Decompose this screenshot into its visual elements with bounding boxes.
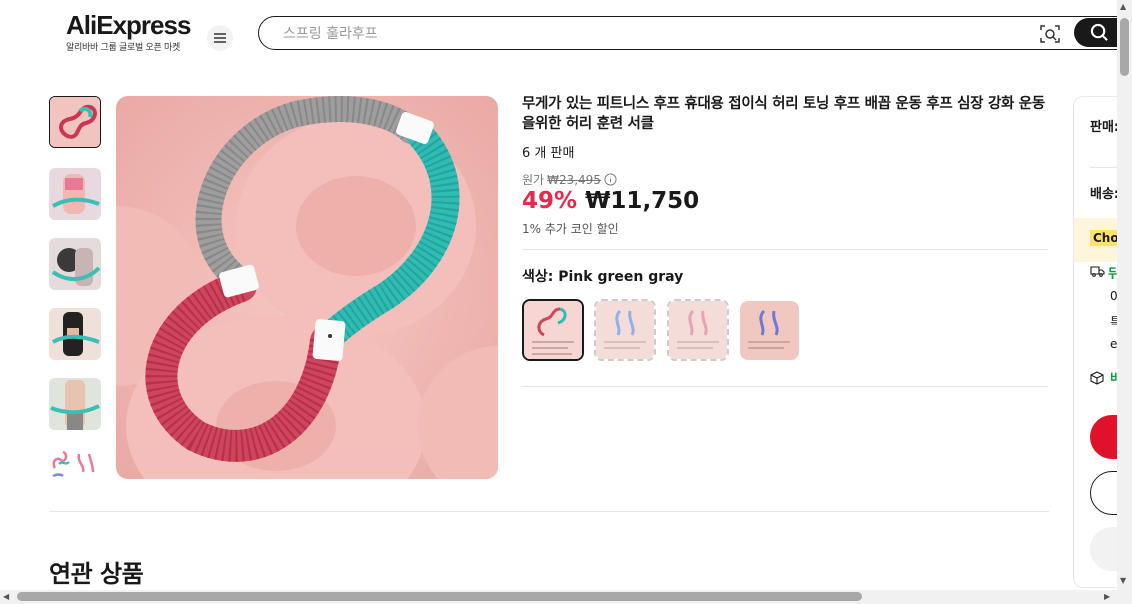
thumbnail[interactable] <box>49 378 101 430</box>
info-icon[interactable] <box>604 173 617 186</box>
aliexpress-logo[interactable]: AliExpress 알리바바 그룹 글로벌 오픈 마켓 <box>66 10 191 53</box>
package-icon <box>1090 371 1104 385</box>
logo-subtitle: 알리바바 그룹 글로벌 오픈 마켓 <box>66 43 180 53</box>
thumbnail[interactable] <box>49 448 101 478</box>
search-bar <box>258 16 1132 50</box>
sold-count: 6 개 판매 <box>522 146 575 161</box>
original-price-row: 원가 ₩23,495 <box>522 171 617 188</box>
scroll-left-arrow[interactable]: ◀ <box>3 592 9 601</box>
section-divider <box>49 511 1049 512</box>
vertical-scrollbar[interactable] <box>1117 0 1132 590</box>
vertical-scroll-thumb[interactable] <box>1120 18 1129 76</box>
coin-discount: 1% 추가 코인 할인 <box>522 222 619 236</box>
scroll-up-arrow[interactable]: ▲ <box>1120 2 1126 11</box>
color-label: 색상: Pink green gray <box>522 269 684 285</box>
horizontal-scroll-thumb[interactable] <box>17 592 862 601</box>
discount-percent: 49% <box>522 188 578 214</box>
divider <box>522 386 1048 387</box>
thumbnail[interactable] <box>49 96 101 148</box>
truck-icon <box>1090 266 1105 277</box>
divider <box>522 249 1048 250</box>
color-swatch-blue[interactable] <box>594 299 656 361</box>
product-title: 무게가 있는 피트니스 후프 휴대용 접이식 허리 토닝 후프 배꼽 운동 후프… <box>522 96 1045 132</box>
thumbnail[interactable] <box>49 168 101 220</box>
thumbnail[interactable] <box>49 238 101 290</box>
price-row: 49% ₩11,750 <box>522 188 699 214</box>
color-swatch-purple[interactable] <box>740 301 799 360</box>
color-swatch-pink[interactable] <box>667 299 729 361</box>
sale-price: ₩11,750 <box>585 188 700 214</box>
original-label: 원가 <box>522 173 545 187</box>
shipping-label: 배송: <box>1090 187 1120 202</box>
menu-button[interactable] <box>207 25 233 51</box>
main-product-image[interactable] <box>116 96 498 479</box>
hamburger-icon <box>214 33 226 43</box>
original-price: ₩23,495 <box>547 172 601 187</box>
logo-text: AliExpress <box>66 10 191 40</box>
related-products-title: 연관 상품 <box>49 560 144 588</box>
seller-label[interactable]: 판매: <box>1090 116 1119 135</box>
search-icon <box>1090 23 1108 41</box>
color-swatch-pink-green-gray[interactable] <box>522 299 584 361</box>
thumbnail[interactable] <box>49 308 101 360</box>
scroll-right-arrow[interactable]: ▶ <box>1104 592 1110 601</box>
camera-search-icon[interactable] <box>1039 23 1061 45</box>
scroll-down-arrow[interactable]: ▼ <box>1120 576 1126 585</box>
search-input[interactable] <box>281 23 985 45</box>
